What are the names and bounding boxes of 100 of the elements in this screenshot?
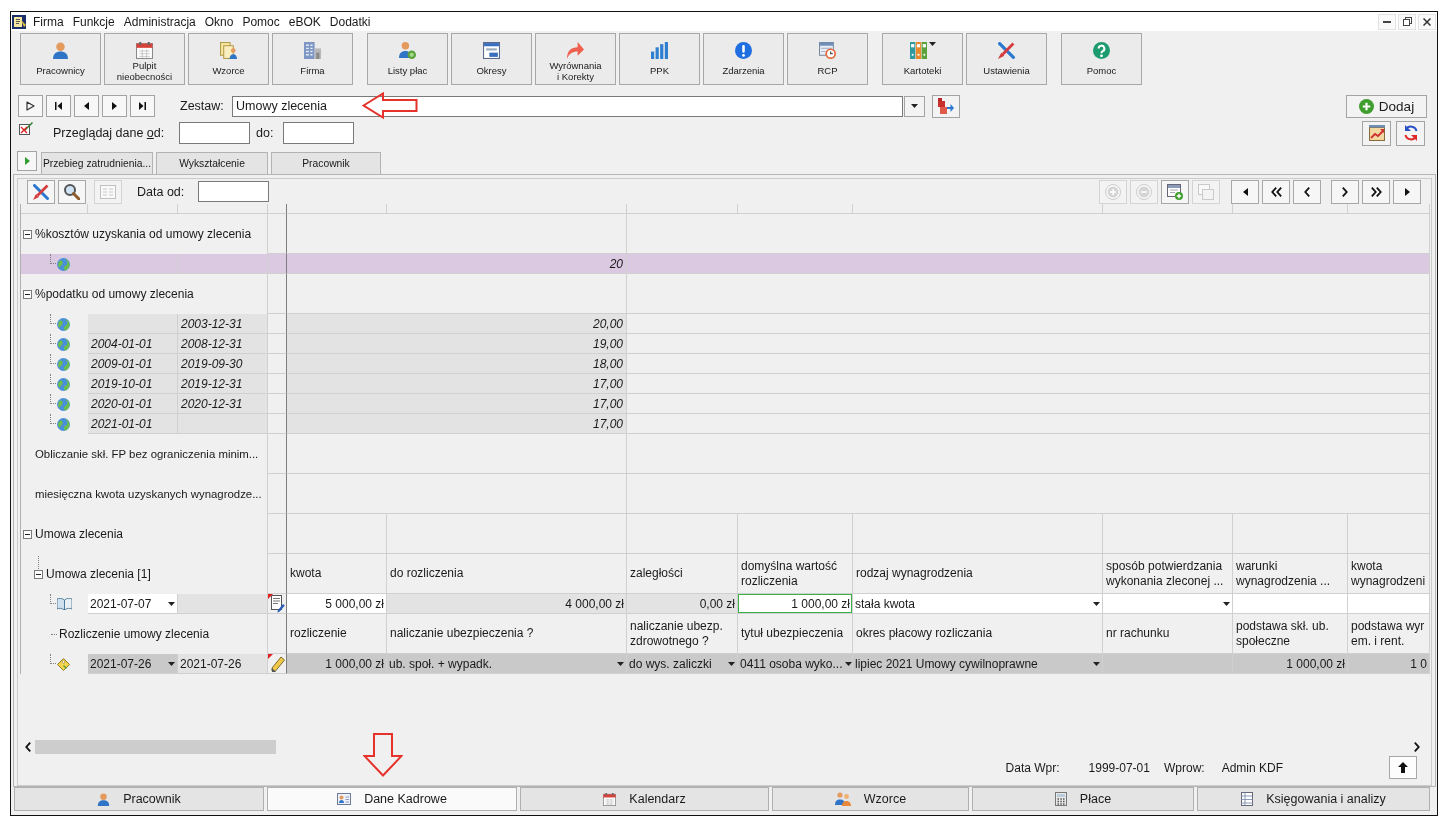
navigation-button[interactable] bbox=[1393, 179, 1421, 204]
toolbar-button[interactable]: Listy płac bbox=[367, 33, 448, 85]
dropdown-field[interactable]: do wys. zaliczki bbox=[627, 654, 738, 674]
set-button[interactable] bbox=[932, 94, 960, 118]
input-field[interactable]: 5 000,00 zł bbox=[287, 594, 387, 614]
toolbar-button[interactable]: RCP bbox=[787, 33, 868, 85]
triangle-outline-icon bbox=[26, 101, 35, 111]
tree-connector bbox=[38, 556, 39, 569]
dropdown-field[interactable]: 0411 osoba wyko... bbox=[738, 654, 853, 674]
menu-item[interactable]: eBOK bbox=[283, 12, 325, 31]
scrollbar-thumb[interactable] bbox=[35, 740, 276, 754]
dropdown-field[interactable]: lipiec 2021 Umowy cywilnoprawne bbox=[853, 654, 1103, 674]
refresh-icon bbox=[1402, 125, 1419, 141]
menu-item[interactable]: Firma bbox=[28, 12, 68, 31]
toolbar-button[interactable]: Pulpit nieobecności bbox=[104, 33, 185, 85]
toolbar-button[interactable] bbox=[58, 179, 86, 204]
dropdown-button[interactable] bbox=[904, 95, 925, 117]
add-button[interactable]: Dodaj bbox=[1346, 94, 1427, 118]
chart-button[interactable] bbox=[1362, 120, 1391, 146]
caret-icon bbox=[1093, 601, 1100, 606]
navigation-button[interactable] bbox=[1293, 179, 1321, 204]
navigation-button[interactable] bbox=[46, 95, 71, 117]
toolbar-button[interactable]: Wyrównania i Korekty bbox=[535, 33, 616, 85]
refresh-button[interactable] bbox=[1396, 120, 1425, 146]
navigation-button[interactable] bbox=[1331, 179, 1359, 204]
toolbar-button[interactable] bbox=[1161, 179, 1189, 204]
chevron-left-icon[interactable] bbox=[25, 742, 31, 752]
pencil-cross-icon[interactable] bbox=[19, 121, 33, 135]
toolbar-button[interactable]: Ustawienia bbox=[966, 33, 1047, 85]
triangle-left-icon bbox=[84, 102, 89, 110]
navigation-button[interactable] bbox=[74, 95, 99, 117]
book-icon bbox=[57, 598, 72, 610]
navigation-button[interactable] bbox=[1262, 179, 1290, 204]
collapse-icon[interactable] bbox=[23, 289, 32, 299]
field-label: miesięczna kwota uzyskanych wynagrodze... bbox=[34, 488, 262, 500]
group-label: Umowa zlecenia bbox=[35, 527, 124, 541]
date-field[interactable] bbox=[198, 181, 269, 202]
close-button[interactable] bbox=[1418, 13, 1436, 30]
input-field[interactable]: 1 000,00 zł bbox=[738, 594, 853, 614]
table-row[interactable]: 20 bbox=[21, 254, 1430, 274]
toolbar-button[interactable]: Kartoteki bbox=[882, 33, 963, 85]
toolbar-button[interactable]: Firma bbox=[272, 33, 353, 85]
pencil-icon[interactable] bbox=[268, 654, 286, 673]
date-to-field[interactable] bbox=[283, 122, 354, 144]
navigation-button[interactable] bbox=[18, 95, 43, 117]
binders-icon bbox=[909, 42, 927, 59]
dropdown-field[interactable]: 2021-07-07 bbox=[88, 594, 178, 614]
collapse-icon[interactable] bbox=[23, 229, 32, 239]
tab[interactable]: Kalendarz bbox=[520, 787, 769, 811]
input-field[interactable] bbox=[1103, 654, 1233, 674]
tab[interactable]: Wykształcenie bbox=[156, 152, 268, 174]
tab[interactable]: Pracownik bbox=[271, 152, 381, 174]
navigation-button[interactable] bbox=[102, 95, 127, 117]
date-from-field[interactable] bbox=[179, 122, 250, 144]
menu-item[interactable]: Dodatki bbox=[324, 12, 375, 31]
chevron-right-icon[interactable] bbox=[1414, 742, 1420, 752]
double-chevron-left-icon bbox=[1270, 186, 1282, 197]
tab[interactable]: Księgowania i analizy bbox=[1197, 787, 1430, 811]
dropdown-field[interactable]: ub. społ. + wypadk. bbox=[387, 654, 627, 674]
tab[interactable]: Przebieg zatrudnienia... bbox=[41, 152, 153, 174]
input-field[interactable] bbox=[1348, 594, 1430, 614]
up-button[interactable] bbox=[1389, 756, 1417, 779]
triangle-right-icon bbox=[24, 157, 30, 165]
menu-item[interactable]: Okno bbox=[199, 12, 238, 31]
tab[interactable]: Płace bbox=[972, 787, 1194, 811]
dropdown-field[interactable] bbox=[1103, 594, 1233, 614]
triangle-right-icon bbox=[112, 102, 117, 110]
navigation-button[interactable] bbox=[130, 95, 155, 117]
dropdown-field[interactable]: stała kwota bbox=[853, 594, 1103, 614]
toolbar-button[interactable]: Pomoc bbox=[1061, 33, 1142, 85]
caret-icon bbox=[844, 661, 852, 666]
menu-item[interactable]: Pomoc bbox=[237, 12, 284, 31]
input-field[interactable]: 1 0 bbox=[1348, 654, 1430, 674]
set-field[interactable]: Umowy zlecenia bbox=[232, 95, 903, 117]
minimize-button[interactable] bbox=[1378, 13, 1396, 30]
toolbar-button[interactable]: Wzorce bbox=[188, 33, 269, 85]
plus-circle-icon bbox=[1105, 183, 1121, 200]
tab[interactable]: Dane Kadrowe bbox=[267, 787, 517, 811]
toolbar-button[interactable]: PPK bbox=[619, 33, 700, 85]
toolbar-button[interactable]: Pracownicy bbox=[20, 33, 101, 85]
navigation-button[interactable] bbox=[1362, 179, 1390, 204]
input-field[interactable] bbox=[1233, 594, 1348, 614]
toolbar-button[interactable]: Okresy bbox=[451, 33, 532, 85]
restore-button[interactable] bbox=[1398, 13, 1416, 30]
navigation-button[interactable] bbox=[1231, 179, 1259, 204]
toolbar-button[interactable]: Zdarzenia bbox=[703, 33, 784, 85]
menu-item[interactable]: Funkcje bbox=[67, 12, 119, 31]
dropdown-field[interactable]: 2021-07-26 bbox=[88, 654, 178, 674]
input-field[interactable]: 1 000,00 zł bbox=[287, 654, 387, 674]
expand-button[interactable] bbox=[17, 151, 37, 171]
caret-icon bbox=[168, 601, 175, 606]
collapse-icon[interactable] bbox=[34, 569, 43, 579]
globe-icon bbox=[57, 377, 70, 391]
tab[interactable]: Pracownik bbox=[14, 787, 264, 811]
document-pencil-icon[interactable] bbox=[268, 594, 286, 613]
collapse-icon[interactable] bbox=[23, 529, 32, 539]
tab[interactable]: Wzorce bbox=[772, 787, 969, 811]
input-field[interactable]: 1 000,00 zł bbox=[1233, 654, 1348, 674]
menu-item[interactable]: Administracja bbox=[118, 12, 200, 31]
toolbar-button[interactable] bbox=[27, 179, 55, 204]
